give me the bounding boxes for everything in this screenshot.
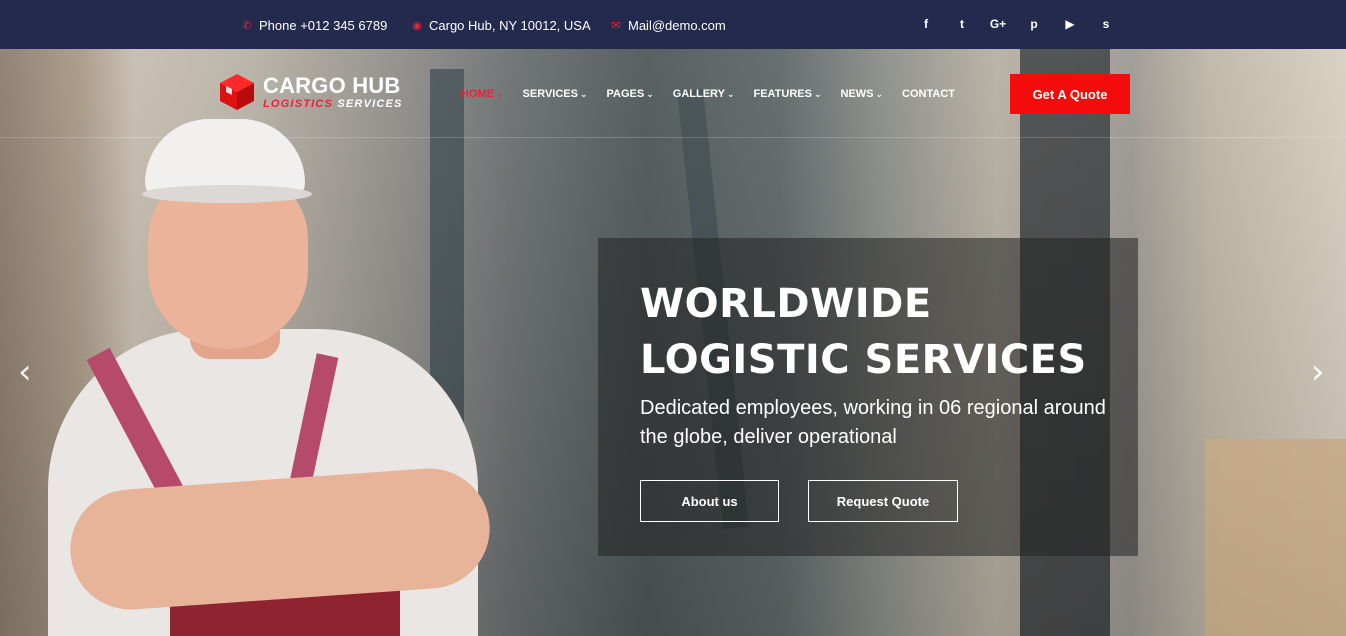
skype-icon[interactable]: s <box>1088 17 1124 31</box>
slide-title-line1: WORLDWIDE <box>640 281 932 327</box>
logo-brand: CARGO HUB <box>263 73 401 98</box>
mail-icon: ✉ <box>611 20 621 32</box>
chevron-down-icon: ⌄ <box>813 88 822 99</box>
nav-item-gallery[interactable]: GALLERY ⌄ <box>673 88 735 100</box>
logo-tagline: LOGISTICS SERVICES <box>263 98 403 110</box>
nav-item-pages[interactable]: PAGES ⌄ <box>607 88 654 100</box>
slide-caption: WORLDWIDE LOGISTIC SERVICES Dedicated em… <box>598 238 1138 556</box>
email-contact[interactable]: ✉ Mail@demo.com <box>610 18 726 33</box>
nav-item-contact[interactable]: CONTACT <box>902 88 955 100</box>
nav-label: NEWS <box>840 88 874 100</box>
about-us-button[interactable]: About us <box>640 480 779 522</box>
facebook-icon[interactable]: f <box>908 17 944 31</box>
google-plus-icon[interactable]: G+ <box>980 17 1016 31</box>
slide-title-line2: LOGISTIC SERVICES <box>640 337 1087 383</box>
logo-tagline-white: SERVICES <box>337 98 403 110</box>
twitter-icon[interactable]: t <box>944 17 980 31</box>
nav-item-home[interactable]: HOME ⌄ <box>461 88 504 100</box>
phone-icon: ✆ <box>242 20 252 32</box>
slide-description: Dedicated employees, working in 06 regio… <box>640 397 1106 448</box>
chevron-down-icon: ⌄ <box>496 88 504 99</box>
nav-item-services[interactable]: SERVICES ⌄ <box>523 88 588 100</box>
email-text[interactable]: Mail@demo.com <box>628 18 726 33</box>
site-logo[interactable]: CARGO HUB LOGISTICS SERVICES <box>218 70 418 114</box>
phone-contact[interactable]: ✆ Phone +012 345 6789 <box>241 18 387 33</box>
map-pin-icon: ◉ <box>412 20 422 32</box>
cube-logo-icon <box>220 74 254 110</box>
slider-next-arrow-icon[interactable]: › <box>1311 352 1325 392</box>
nav-label: HOME <box>461 88 494 100</box>
nav-label: GALLERY <box>672 88 725 100</box>
worker-photo <box>40 119 494 636</box>
pinterest-icon[interactable]: p <box>1016 17 1052 31</box>
nav-label: CONTACT <box>902 88 956 100</box>
header-divider <box>0 137 1346 138</box>
chevron-down-icon: ⌄ <box>875 88 884 99</box>
main-nav: HOME ⌄ SERVICES ⌄ PAGES ⌄ GALLERY ⌄ FEATURES… <box>461 88 974 100</box>
request-quote-button[interactable]: Request Quote <box>808 480 958 522</box>
social-links: f t G+ p ▶ s <box>908 17 1124 31</box>
logo-tagline-red: LOGISTICS <box>263 98 334 110</box>
slider-prev-arrow-icon[interactable]: ‹ <box>18 352 32 392</box>
nav-item-features[interactable]: FEATURES ⌄ <box>753 88 821 100</box>
nav-label: SERVICES <box>522 88 578 100</box>
nav-label: PAGES <box>606 88 645 100</box>
youtube-icon[interactable]: ▶ <box>1052 17 1088 31</box>
get-quote-button[interactable]: Get A Quote <box>1010 74 1130 114</box>
address-text: Cargo Hub, NY 10012, USA <box>429 18 591 33</box>
chevron-down-icon: ⌄ <box>726 88 735 99</box>
slide-title: WORLDWIDE LOGISTIC SERVICES <box>640 276 1087 388</box>
nav-label: FEATURES <box>753 88 812 100</box>
address-contact: ◉ Cargo Hub, NY 10012, USA <box>411 18 591 33</box>
phone-text: Phone +012 345 6789 <box>259 18 388 33</box>
chevron-down-icon: ⌄ <box>579 88 588 99</box>
chevron-down-icon: ⌄ <box>646 88 654 99</box>
top-contact-bar: ✆ Phone +012 345 6789 ◉ Cargo Hub, NY 10… <box>0 0 1346 49</box>
nav-item-news[interactable]: NEWS ⌄ <box>841 88 884 100</box>
